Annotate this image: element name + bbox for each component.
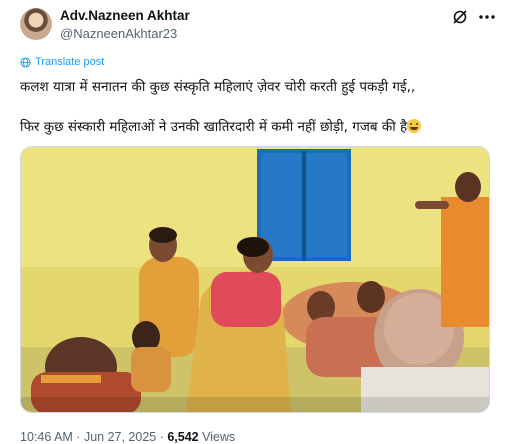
globe-icon [20,56,31,68]
tweet: Adv.Nazneen Akhtar @NazneenAkhtar23 Tran… [0,0,510,444]
post-text-line-2: फिर कुछ संस्कारी महिलाओं ने उनकी खातिरदा… [20,117,422,135]
views-label: Views [198,430,236,444]
more-icon[interactable] [478,9,496,25]
author-name[interactable]: Adv.Nazneen Akhtar [60,8,190,23]
meta-separator: · [156,430,168,444]
views-count: 6,542 [167,430,199,444]
avatar[interactable] [20,8,52,40]
post-meta: 10:46 AM · Jun 27, 2025 · 6,542 Views [20,430,235,444]
post-date[interactable]: Jun 27, 2025 [84,430,156,444]
grok-icon[interactable] [452,9,468,25]
translate-link[interactable]: Translate post [20,56,104,68]
post-text-line-1: कलश यात्रा में सनातन की कुछ संस्कृति महि… [20,79,416,95]
translate-label: Translate post [35,56,105,68]
smile-emoji [407,119,422,133]
post-time[interactable]: 10:46 AM [20,430,73,444]
author-handle[interactable]: @NazneenAkhtar23 [60,26,177,41]
post-text-line-2-text: फिर कुछ संस्कारी महिलाओं ने उनकी खातिरदा… [20,119,408,135]
video-frame [21,147,489,412]
video-media[interactable] [20,146,490,413]
meta-separator: · [72,430,84,444]
